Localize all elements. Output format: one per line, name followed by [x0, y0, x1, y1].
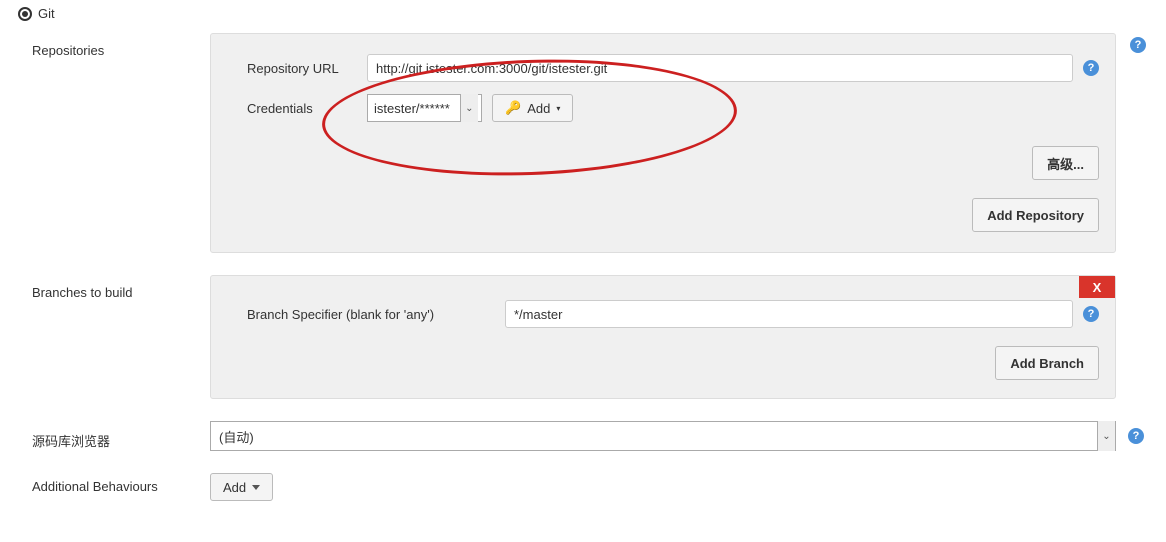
- repository-url-input[interactable]: [367, 54, 1073, 82]
- branch-specifier-input[interactable]: [505, 300, 1073, 328]
- advanced-button[interactable]: 高级...: [1032, 146, 1099, 180]
- help-icon[interactable]: ?: [1128, 428, 1144, 444]
- branch-panel: X Branch Specifier (blank for 'any') ? A…: [210, 275, 1116, 399]
- credentials-selected: istester/******: [374, 101, 450, 116]
- chevron-down-icon: [252, 485, 260, 490]
- key-icon: 🔑: [505, 100, 521, 116]
- credentials-select[interactable]: istester/****** ⌄: [367, 94, 482, 122]
- help-icon[interactable]: ?: [1130, 37, 1146, 53]
- add-credentials-label: Add: [527, 101, 550, 116]
- chevron-down-icon: ⌄: [1102, 431, 1110, 442]
- branch-specifier-label: Branch Specifier (blank for 'any'): [227, 307, 495, 322]
- add-repository-button[interactable]: Add Repository: [972, 198, 1099, 232]
- radio-icon: [18, 7, 32, 21]
- scm-git-radio[interactable]: Git: [0, 0, 1166, 27]
- repo-browser-select[interactable]: (自动) ⌄: [210, 421, 1116, 451]
- help-icon[interactable]: ?: [1083, 306, 1099, 322]
- add-behaviour-button[interactable]: Add: [210, 473, 273, 501]
- chevron-down-icon: ⌄: [465, 103, 473, 114]
- repo-browser-label: 源码库浏览器: [0, 421, 210, 450]
- repositories-section-label: Repositories: [0, 33, 210, 58]
- add-credentials-button[interactable]: 🔑 Add ▾: [492, 94, 573, 122]
- additional-behaviours-label: Additional Behaviours: [0, 473, 210, 494]
- add-branch-button[interactable]: Add Branch: [995, 346, 1099, 380]
- repo-browser-selected: (自动): [219, 427, 254, 446]
- branches-section-label: Branches to build: [0, 275, 210, 300]
- credentials-label: Credentials: [227, 101, 357, 116]
- add-behaviour-label: Add: [223, 480, 246, 495]
- repository-url-label: Repository URL: [227, 61, 357, 76]
- chevron-down-icon: ▾: [556, 104, 560, 113]
- git-radio-label: Git: [38, 6, 55, 21]
- help-icon[interactable]: ?: [1083, 60, 1099, 76]
- repository-panel: Repository URL ? Credentials istester/**…: [210, 33, 1116, 253]
- delete-branch-button[interactable]: X: [1079, 276, 1115, 298]
